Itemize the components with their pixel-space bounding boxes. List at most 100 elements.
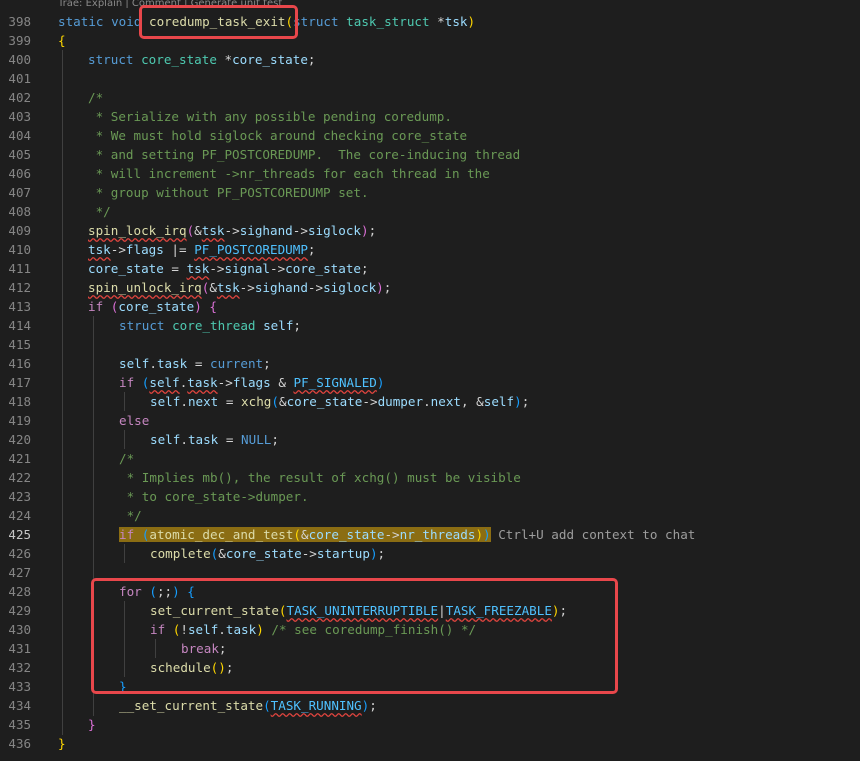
code-line[interactable]: 401 xyxy=(0,69,860,88)
code-editor[interactable]: Trae: Explain | Comment | Generate unit … xyxy=(0,0,860,761)
code-line[interactable]: 405 * and setting PF_POSTCOREDUMP. The c… xyxy=(0,145,860,164)
code-line[interactable]: 403 * Serialize with any possible pendin… xyxy=(0,107,860,126)
line-number: 403 xyxy=(8,109,31,124)
code-line[interactable]: 426 complete(&core_state->startup); xyxy=(0,544,860,563)
line-number: 409 xyxy=(8,223,31,238)
member: dumper xyxy=(377,394,424,409)
comment: * Implies mb(), the result of xchg() mus… xyxy=(119,470,521,485)
operator: |= xyxy=(163,242,195,257)
code-line[interactable]: 419 else xyxy=(0,411,860,430)
operator: * xyxy=(429,14,445,29)
paren: ) xyxy=(475,527,484,542)
code-line[interactable]: 410 tsk->flags |= PF_POSTCOREDUMP; xyxy=(0,240,860,259)
line-code: spin_unlock_irq(&tsk->sighand->siglock); xyxy=(88,278,391,297)
code-line[interactable]: 400 struct core_state *core_state; xyxy=(0,50,860,69)
variable: self xyxy=(483,394,515,409)
line-number: 431 xyxy=(8,641,31,656)
code-line[interactable]: 434 __set_current_state(TASK_RUNNING); xyxy=(0,696,860,715)
operator: * xyxy=(216,52,233,67)
line-code: __set_current_state(TASK_RUNNING); xyxy=(119,696,377,715)
macro: current xyxy=(210,356,264,371)
line-number: 408 xyxy=(8,204,31,219)
line-code: if (self.task->flags & PF_SIGNALED) xyxy=(119,373,384,392)
code-line[interactable]: 407 * group without PF_POSTCOREDUMP set. xyxy=(0,183,860,202)
member: sighand xyxy=(254,280,308,295)
semicolon: ; xyxy=(377,546,386,561)
paren: ) xyxy=(376,375,385,390)
paren: ) xyxy=(369,546,378,561)
operator: & xyxy=(209,280,217,295)
code-line[interactable]: 422 * Implies mb(), the result of xchg()… xyxy=(0,468,860,487)
line-number: 422 xyxy=(8,470,31,485)
code-line[interactable]: 412 spin_unlock_irq(&tsk->sighand->siglo… xyxy=(0,278,860,297)
type-name: task_struct xyxy=(346,14,430,29)
code-line[interactable]: 413 if (core_state) { xyxy=(0,297,860,316)
comment: * will increment ->nr_threads for each t… xyxy=(88,166,490,181)
paren: ) xyxy=(194,299,202,314)
operator: & xyxy=(278,394,287,409)
comment: * group without PF_POSTCOREDUMP set. xyxy=(88,185,369,200)
type-name: core_thread xyxy=(172,318,256,333)
code-line[interactable]: 411 core_state = tsk->signal->core_state… xyxy=(0,259,860,278)
line-code: core_state = tsk->signal->core_state; xyxy=(88,259,369,278)
operator: . xyxy=(149,356,157,371)
code-line[interactable]: 424 */ xyxy=(0,506,860,525)
variable: tsk xyxy=(201,223,225,238)
code-line[interactable]: 417 if (self.task->flags & PF_SIGNALED) xyxy=(0,373,860,392)
semicolon: ; xyxy=(521,394,530,409)
line-code: tsk->flags |= PF_POSTCOREDUMP; xyxy=(88,240,316,259)
code-line[interactable]: 423 * to core_state->dumper. xyxy=(0,487,860,506)
code-line[interactable]: 414 struct core_thread self; xyxy=(0,316,860,335)
macro: PF_SIGNALED xyxy=(293,375,377,390)
semicolon: ; xyxy=(307,242,316,257)
code-line[interactable]: 404 * We must hold siglock around checki… xyxy=(0,126,860,145)
line-number: 428 xyxy=(8,584,31,599)
line-number: 417 xyxy=(8,375,31,390)
variable: core_state xyxy=(225,546,302,561)
operator: . xyxy=(180,394,188,409)
code-line[interactable]: 416 self.task = current; xyxy=(0,354,860,373)
keyword: else xyxy=(119,413,150,428)
inline-chat-hint[interactable]: Ctrl+U add context to chat xyxy=(498,527,695,542)
operator: -> xyxy=(270,261,286,276)
code-line[interactable]: 420 self.task = NULL; xyxy=(0,430,860,449)
member: siglock xyxy=(323,280,377,295)
function-call: xchg xyxy=(241,394,272,409)
code-line[interactable]: 408 */ xyxy=(0,202,860,221)
line-code: if (core_state) { xyxy=(88,297,217,316)
brace: { xyxy=(201,299,217,314)
variable: self xyxy=(263,318,294,333)
line-number: 436 xyxy=(8,736,31,751)
code-line-active[interactable]: 425 if (atomic_dec_and_test(&core_state-… xyxy=(0,525,860,544)
paren: ( xyxy=(293,527,302,542)
code-line[interactable]: 435 } xyxy=(0,715,860,734)
code-line[interactable]: 409 spin_lock_irq(&tsk->sighand->siglock… xyxy=(0,221,860,240)
line-number: 433 xyxy=(8,679,31,694)
code-line[interactable]: 421 /* xyxy=(0,449,860,468)
keyword: if xyxy=(88,299,104,314)
keyword: struct xyxy=(293,14,347,29)
line-code: self.task = NULL; xyxy=(150,430,279,449)
code-line[interactable]: 418 self.next = xchg(&core_state->dumper… xyxy=(0,392,860,411)
code-line[interactable]: 415 xyxy=(0,335,860,354)
line-number: 435 xyxy=(8,717,31,732)
line-code: complete(&core_state->startup); xyxy=(150,544,385,563)
code-line[interactable]: 399 { xyxy=(0,31,860,50)
line-code: self.next = xchg(&core_state->dumper.nex… xyxy=(150,392,529,411)
code-line[interactable]: 436 } xyxy=(0,734,860,753)
comment: * and setting PF_POSTCOREDUMP. The core-… xyxy=(88,147,521,162)
code-line[interactable]: 406 * will increment ->nr_threads for ea… xyxy=(0,164,860,183)
operator: -> xyxy=(384,527,400,542)
operator: -> xyxy=(301,546,317,561)
line-number: 407 xyxy=(8,185,31,200)
line-number: 434 xyxy=(8,698,31,713)
variable: core_state xyxy=(308,527,385,542)
line-number: 416 xyxy=(8,356,31,371)
brace: } xyxy=(88,717,96,732)
paren: ) xyxy=(514,394,522,409)
code-line[interactable]: 402 /* xyxy=(0,88,860,107)
code-line[interactable]: 398 static void coredump_task_exit(struc… xyxy=(0,12,860,31)
comma: , xyxy=(461,394,477,409)
